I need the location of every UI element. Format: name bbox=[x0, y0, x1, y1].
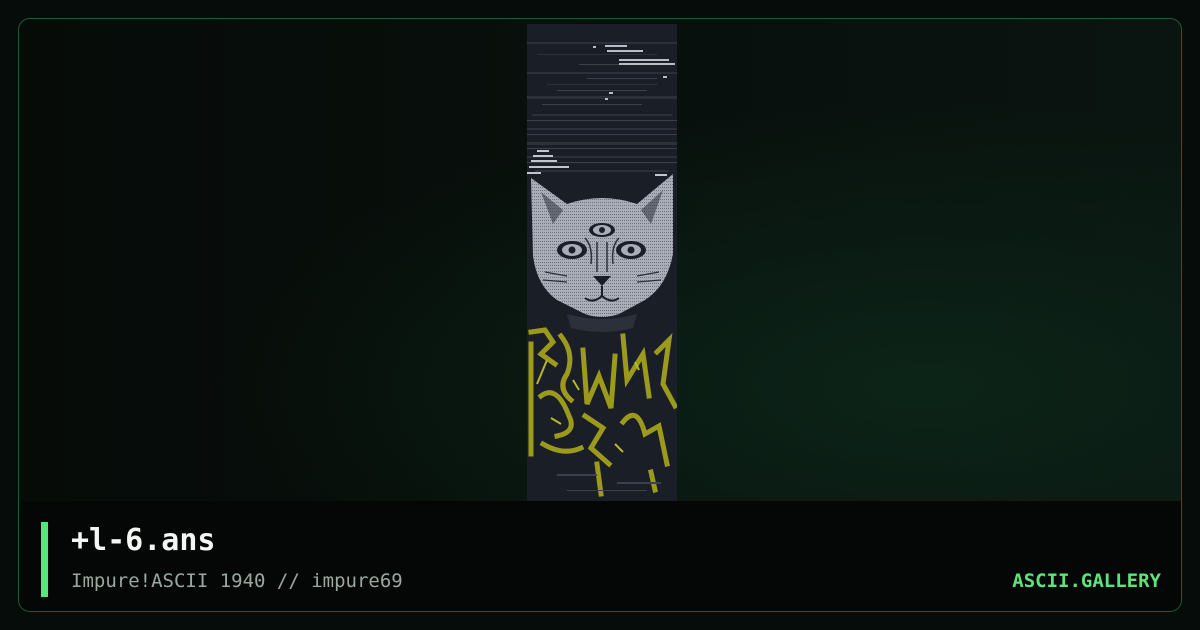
accent-bar bbox=[41, 522, 48, 597]
cat-ansi-artwork bbox=[527, 24, 677, 502]
artwork-pack-and-artist: Impure!ASCII 1940 // impure69 bbox=[71, 570, 403, 592]
ansi-art-preview bbox=[527, 24, 677, 502]
artwork-title: +l-6.ans bbox=[71, 523, 216, 558]
preview-card: +l-6.ans Impure!ASCII 1940 // impure69 A… bbox=[18, 18, 1182, 612]
site-brand: ASCII.GALLERY bbox=[1012, 570, 1161, 592]
caption-bar: +l-6.ans Impure!ASCII 1940 // impure69 A… bbox=[19, 501, 1181, 611]
